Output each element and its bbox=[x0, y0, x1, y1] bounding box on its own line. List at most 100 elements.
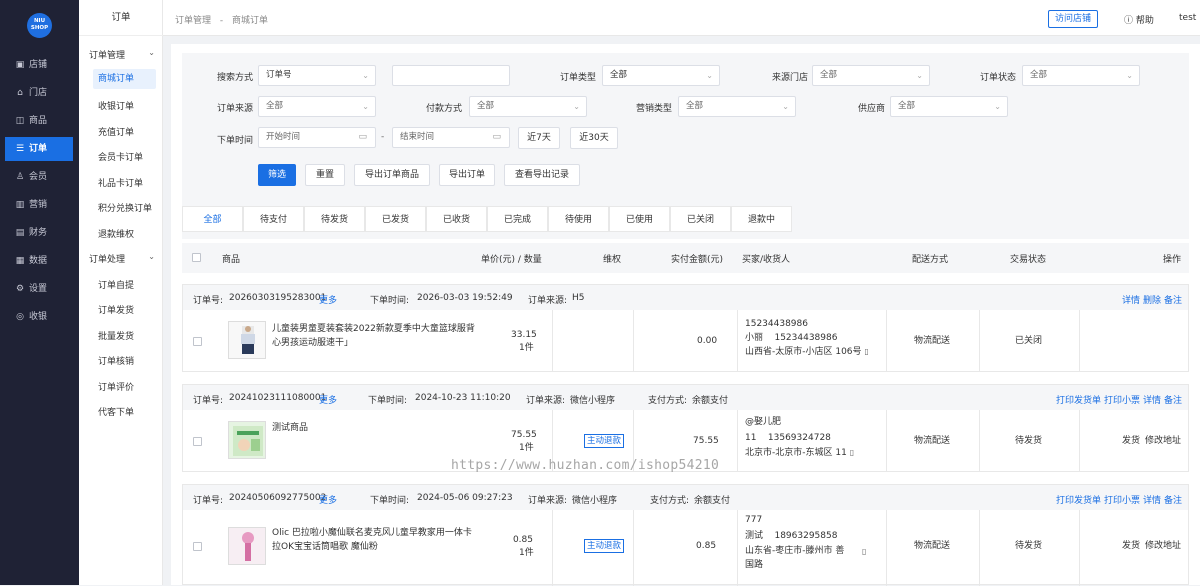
order-remark-link[interactable]: 备注 bbox=[1164, 293, 1182, 306]
tab-closed[interactable]: 已关闭 bbox=[670, 206, 731, 232]
tab-used[interactable]: 已使用 bbox=[609, 206, 670, 232]
gear-icon: ⚙ bbox=[15, 284, 25, 294]
order-checkbox[interactable] bbox=[193, 437, 202, 446]
subnav-item-points-order[interactable]: 积分兑换订单 bbox=[98, 201, 152, 214]
order-detail-link[interactable]: 详情 bbox=[1143, 393, 1161, 406]
user-menu[interactable]: test bbox=[1179, 13, 1196, 23]
nav-item-finance[interactable]: ▤ 财务 bbox=[5, 221, 73, 245]
order-status-select[interactable]: 全部 ⌄ bbox=[1022, 65, 1140, 86]
order-source-select[interactable]: 全部 ⌄ bbox=[258, 96, 376, 117]
search-method-select[interactable]: 订单号 ⌄ bbox=[258, 65, 376, 86]
tab-all[interactable]: 全部 bbox=[182, 206, 243, 232]
source-store-select[interactable]: 全部 ⌄ bbox=[812, 65, 930, 86]
nav-item-member[interactable]: ♙ 会员 bbox=[5, 165, 73, 189]
end-time-input[interactable]: 结束时间 ▭ bbox=[392, 127, 510, 148]
subnav-item-ship[interactable]: 订单发货 bbox=[98, 303, 134, 316]
tab-shipped[interactable]: 已发货 bbox=[365, 206, 426, 232]
tab-pending-shipment[interactable]: 待发货 bbox=[304, 206, 365, 232]
subnav-item-member-card-order[interactable]: 会员卡订单 bbox=[98, 150, 143, 163]
order-more-link[interactable]: 更多 bbox=[319, 493, 337, 506]
goods-thumbnail[interactable] bbox=[228, 321, 266, 359]
filter-button[interactable]: 筛选 bbox=[258, 164, 296, 186]
copy-icon[interactable]: ▯ bbox=[862, 545, 866, 559]
view-export-log-button[interactable]: 查看导出记录 bbox=[504, 164, 580, 186]
reset-button[interactable]: 重置 bbox=[305, 164, 345, 186]
visit-store-button[interactable]: 访问店铺 bbox=[1048, 10, 1098, 28]
export-order-button[interactable]: 导出订单 bbox=[439, 164, 495, 186]
nav-item-shop[interactable]: ⌂ 门店 bbox=[5, 81, 73, 105]
subnav-item-refund[interactable]: 退款维权 bbox=[98, 227, 134, 240]
ship-link[interactable]: 发货 bbox=[1122, 434, 1140, 448]
chevron-down-icon: ⌄ bbox=[573, 102, 580, 111]
pay-method-select[interactable]: 全部 ⌄ bbox=[469, 96, 587, 117]
nav-item-data[interactable]: ▦ 数据 bbox=[5, 249, 73, 273]
goods-name[interactable]: 测试商品 bbox=[272, 421, 308, 435]
order-no: 20260303195283001 bbox=[229, 293, 327, 303]
buyer-link[interactable]: 15234438986 bbox=[745, 317, 808, 331]
chevron-down-icon: ⌄ bbox=[1126, 71, 1133, 80]
nav-item-order[interactable]: ☰ 订单 bbox=[5, 137, 73, 161]
order-more-link[interactable]: 更多 bbox=[319, 293, 337, 306]
tab-completed[interactable]: 已完成 bbox=[487, 206, 548, 232]
ship-link[interactable]: 发货 bbox=[1122, 539, 1140, 553]
niushop-logo[interactable]: NIU SHOP bbox=[27, 13, 52, 38]
marketing-type-select[interactable]: 全部 ⌄ bbox=[678, 96, 796, 117]
help-link[interactable]: ⓘ 帮助 bbox=[1124, 13, 1154, 26]
subnav-item-pickup[interactable]: 订单自提 bbox=[98, 278, 134, 291]
goods-thumbnail[interactable] bbox=[228, 421, 266, 459]
nav-item-marketing[interactable]: ▥ 营销 bbox=[5, 193, 73, 217]
order-type-select[interactable]: 全部 ⌄ bbox=[602, 65, 720, 86]
export-order-goods-button[interactable]: 导出订单商品 bbox=[354, 164, 430, 186]
order-checkbox[interactable] bbox=[193, 542, 202, 551]
tab-refunding[interactable]: 退款中 bbox=[731, 206, 792, 232]
order-detail-link[interactable]: 详情 bbox=[1122, 293, 1140, 306]
tab-received[interactable]: 已收货 bbox=[426, 206, 487, 232]
print-invoice-link[interactable]: 打印发货单 bbox=[1056, 493, 1101, 506]
edit-address-link[interactable]: 修改地址 bbox=[1145, 539, 1181, 553]
goods-name[interactable]: 儿童装男童夏装套装2022新款夏季中大童篮球服背心男孩运动服速干」 bbox=[272, 322, 477, 350]
print-invoice-link[interactable]: 打印发货单 bbox=[1056, 393, 1101, 406]
subnav-item-proxy-order[interactable]: 代客下单 bbox=[98, 405, 134, 418]
group-order-processing[interactable]: 订单处理 ⌄ bbox=[89, 252, 155, 265]
buyer-link[interactable]: @娶儿肥 bbox=[745, 415, 781, 429]
subnav-item-cashier-order[interactable]: 收银订单 bbox=[98, 99, 134, 112]
goods-thumbnail[interactable] bbox=[228, 527, 266, 565]
nav-item-settings[interactable]: ⚙ 设置 bbox=[5, 277, 73, 301]
nav-item-goods[interactable]: ◫ 商品 bbox=[5, 109, 73, 133]
start-time-input[interactable]: 开始时间 ▭ bbox=[258, 127, 376, 148]
subnav-item-gift-card-order[interactable]: 礼品卡订单 bbox=[98, 176, 143, 189]
test-goods-image bbox=[233, 426, 263, 456]
active-refund-button[interactable]: 主动退款 bbox=[584, 434, 625, 448]
chevron-down-icon: ⌄ bbox=[782, 102, 789, 111]
copy-icon[interactable]: ▯ bbox=[864, 347, 868, 356]
search-input[interactable] bbox=[392, 65, 510, 86]
subnav-item-mall-order[interactable]: 商城订单 bbox=[93, 69, 156, 89]
breadcrumb-order-management[interactable]: 订单管理 bbox=[175, 16, 211, 26]
nav-item-store[interactable]: ▣ 店铺 bbox=[5, 53, 73, 77]
tab-pending-payment[interactable]: 待支付 bbox=[243, 206, 304, 232]
order-delete-link[interactable]: 删除 bbox=[1143, 293, 1161, 306]
nav-item-cashier[interactable]: ◎ 收银 bbox=[5, 305, 73, 329]
print-receipt-link[interactable]: 打印小票 bbox=[1104, 493, 1140, 506]
tab-to-use[interactable]: 待使用 bbox=[548, 206, 609, 232]
order-checkbox[interactable] bbox=[193, 337, 202, 346]
copy-icon[interactable]: ▯ bbox=[850, 448, 854, 457]
order-more-link[interactable]: 更多 bbox=[319, 393, 337, 406]
supplier-select[interactable]: 全部 ⌄ bbox=[890, 96, 1008, 117]
order-remark-link[interactable]: 备注 bbox=[1164, 493, 1182, 506]
last-7-days-button[interactable]: 近7天 bbox=[518, 127, 560, 149]
subnav-item-review[interactable]: 订单评价 bbox=[98, 380, 134, 393]
select-all-checkbox[interactable] bbox=[192, 253, 201, 262]
order-remark-link[interactable]: 备注 bbox=[1164, 393, 1182, 406]
last-30-days-button[interactable]: 近30天 bbox=[570, 127, 618, 149]
goods-name[interactable]: Olic 巴拉啦小魔仙联名麦克风儿童早教家用一体卡拉OK宝宝话筒唱歌 魔仙粉 bbox=[272, 526, 472, 554]
subnav-item-batch-ship[interactable]: 批量发货 bbox=[98, 329, 134, 342]
subnav-item-verify[interactable]: 订单核销 bbox=[98, 354, 134, 367]
active-refund-button[interactable]: 主动退款 bbox=[584, 539, 625, 553]
order-detail-link[interactable]: 详情 bbox=[1143, 493, 1161, 506]
print-receipt-link[interactable]: 打印小票 bbox=[1104, 393, 1140, 406]
edit-address-link[interactable]: 修改地址 bbox=[1145, 434, 1181, 448]
group-order-management[interactable]: 订单管理 ⌄ bbox=[89, 48, 155, 61]
subnav-item-recharge-order[interactable]: 充值订单 bbox=[98, 125, 134, 138]
buyer-link[interactable]: 777 bbox=[745, 513, 762, 527]
